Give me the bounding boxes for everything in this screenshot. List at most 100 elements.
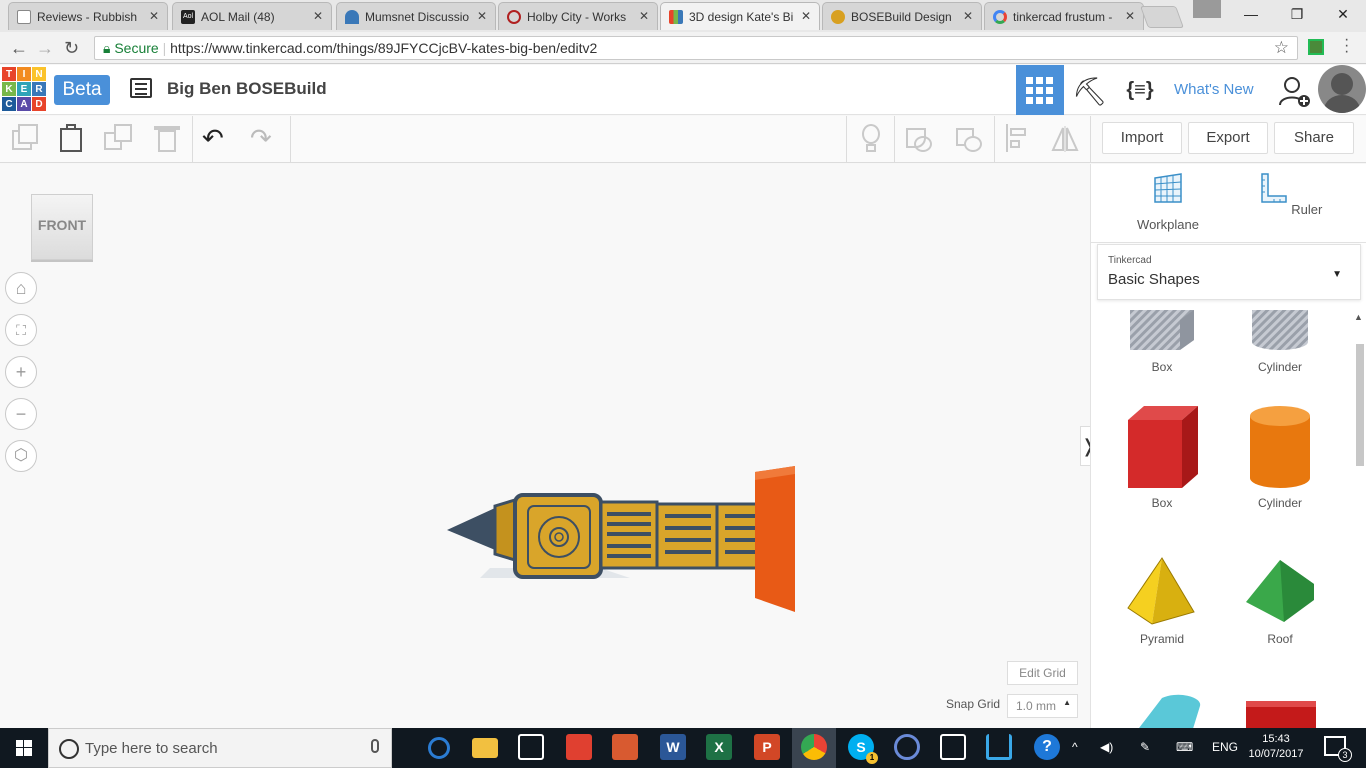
shape-roof[interactable]: Roof xyxy=(1235,556,1325,646)
chrome-taskbar-active[interactable] xyxy=(792,728,836,768)
big-ben-model[interactable] xyxy=(440,460,810,620)
code-blocks-icon[interactable]: {≡} xyxy=(1122,75,1158,105)
beta-badge[interactable]: Beta xyxy=(54,75,110,105)
logo-letter: E xyxy=(17,82,31,96)
close-icon[interactable]: ✕ xyxy=(313,9,323,23)
minimize-icon[interactable]: — xyxy=(1228,0,1274,28)
windows-start-icon[interactable] xyxy=(0,728,48,768)
fit-view-icon[interactable]: ⛶ xyxy=(5,314,37,346)
pickaxe-icon[interactable]: ⛏ xyxy=(1072,75,1108,107)
close-icon[interactable]: ✕ xyxy=(963,9,973,23)
scrollbar-thumb[interactable] xyxy=(1356,344,1364,466)
language-indicator[interactable]: ENG xyxy=(1212,740,1238,754)
zoom-in-icon[interactable]: + xyxy=(5,356,37,388)
powerpoint-icon[interactable]: P xyxy=(754,734,780,760)
browser-tab[interactable]: tinkercad frustum - ✕ xyxy=(984,2,1144,30)
workplane-canvas[interactable]: FRONT ⌂ ⛶ + − ⬡ Edit Grid Snap Grid 1.0 … xyxy=(0,164,1096,728)
bookmark-star-icon[interactable]: ☆ xyxy=(1274,38,1289,58)
undo-icon[interactable]: ↶ xyxy=(202,124,232,154)
shape-pyramid[interactable]: Pyramid xyxy=(1117,556,1207,646)
browser-tab[interactable]: Aol AOL Mail (48) ✕ xyxy=(172,2,332,30)
close-icon[interactable]: ✕ xyxy=(801,9,811,23)
browser-menu-icon[interactable]: · · · xyxy=(1344,32,1349,60)
delete-icon[interactable] xyxy=(152,124,182,154)
import-button[interactable]: Import xyxy=(1102,122,1182,154)
workplane-tool[interactable]: Workplane xyxy=(1123,172,1213,232)
file-explorer-icon[interactable] xyxy=(472,738,498,758)
pen-icon[interactable]: ✎ xyxy=(1140,740,1150,754)
avatar[interactable] xyxy=(1318,65,1366,113)
reload-icon[interactable]: ↻ xyxy=(64,38,79,59)
shape-library-dropdown[interactable]: Tinkercad Basic Shapes ▼ xyxy=(1097,244,1361,300)
share-button[interactable]: Share xyxy=(1274,122,1354,154)
close-icon[interactable]: ✕ xyxy=(1125,9,1135,23)
profile-icon[interactable] xyxy=(1193,0,1221,18)
view-cube[interactable]: FRONT xyxy=(31,194,93,260)
tinkercad-logo[interactable]: TIN KER CAD xyxy=(2,67,46,111)
mirror-icon[interactable] xyxy=(1050,124,1080,154)
store-icon[interactable] xyxy=(518,734,544,760)
panel-scrollbar[interactable]: ▲ xyxy=(1354,310,1364,728)
edit-grid-button[interactable]: Edit Grid xyxy=(1007,661,1078,685)
copy-icon[interactable] xyxy=(10,124,40,154)
browser-tab-active[interactable]: 3D design Kate's Bi ✕ xyxy=(660,2,820,30)
edge-icon[interactable] xyxy=(428,737,450,759)
extension-icon[interactable] xyxy=(1308,39,1324,55)
shape-box-hole[interactable]: Box xyxy=(1117,310,1207,374)
group-icon[interactable] xyxy=(904,124,934,154)
tray-chevron-icon[interactable]: ^ xyxy=(1072,740,1078,754)
paste-icon[interactable] xyxy=(56,124,86,154)
close-icon[interactable]: ✕ xyxy=(639,9,649,23)
grid-view-button[interactable] xyxy=(1016,65,1064,115)
browser-tab[interactable]: Reviews - Rubbish ✕ xyxy=(8,2,168,30)
taskbar-search-input[interactable]: Type here to search xyxy=(48,728,392,768)
pdf-app-icon[interactable] xyxy=(612,734,638,760)
word-icon[interactable]: W xyxy=(660,734,686,760)
shape-next[interactable] xyxy=(1117,692,1207,728)
duplicate-icon[interactable] xyxy=(104,124,134,154)
shape-cylinder-hole[interactable]: Cylinder xyxy=(1235,310,1325,374)
add-user-icon[interactable] xyxy=(1278,75,1312,109)
redo-icon[interactable]: ↷ xyxy=(250,124,280,154)
shape-box[interactable]: Box xyxy=(1117,404,1207,510)
whats-new-link[interactable]: What's New xyxy=(1174,81,1254,98)
volume-icon[interactable]: ◀) xyxy=(1100,740,1113,754)
ruler-tool[interactable]: Ruler xyxy=(1243,172,1333,217)
photos-icon[interactable] xyxy=(940,734,966,760)
design-list-icon[interactable] xyxy=(130,78,152,98)
perspective-icon[interactable]: ⬡ xyxy=(5,440,37,472)
app-icon[interactable] xyxy=(986,734,1012,760)
window-close-icon[interactable]: ✕ xyxy=(1320,0,1366,28)
snap-grid-select[interactable]: 1.0 mm ▲ xyxy=(1007,694,1078,718)
scroll-up-icon[interactable]: ▲ xyxy=(1354,312,1363,322)
zoom-out-icon[interactable]: − xyxy=(5,398,37,430)
ungroup-icon[interactable] xyxy=(954,124,984,154)
align-icon[interactable] xyxy=(1004,124,1034,154)
media-app-icon[interactable] xyxy=(894,734,920,760)
shape-text[interactable] xyxy=(1235,698,1325,728)
shape-cylinder[interactable]: Cylinder xyxy=(1235,404,1325,510)
export-button[interactable]: Export xyxy=(1188,122,1268,154)
notifications-icon[interactable]: 3 xyxy=(1324,736,1352,762)
books-app-icon[interactable] xyxy=(566,734,592,760)
browser-tab[interactable]: Mumsnet Discussio ✕ xyxy=(336,2,496,30)
skype-icon[interactable]: S 1 xyxy=(848,734,878,764)
taskbar-clock[interactable]: 15:43 10/07/2017 xyxy=(1246,732,1306,762)
holby-icon xyxy=(507,10,521,24)
lightbulb-icon[interactable] xyxy=(856,124,886,154)
close-icon[interactable]: ✕ xyxy=(149,9,159,23)
excel-icon[interactable]: X xyxy=(706,734,732,760)
keyboard-icon[interactable]: ⌨ xyxy=(1176,740,1193,754)
new-tab-button[interactable] xyxy=(1139,6,1185,28)
browser-tab[interactable]: BOSEBuild Design ✕ xyxy=(822,2,982,30)
microphone-icon[interactable] xyxy=(371,739,379,753)
forward-icon[interactable]: → xyxy=(36,38,54,59)
browser-tab[interactable]: Holby City - Works ✕ xyxy=(498,2,658,30)
close-icon[interactable]: ✕ xyxy=(477,9,487,23)
back-icon[interactable]: ← xyxy=(10,38,28,59)
home-view-icon[interactable]: ⌂ xyxy=(5,272,37,304)
design-title[interactable]: Big Ben BOSEBuild xyxy=(167,79,327,99)
url-field[interactable]: 🔒︎ Secure | https://www.tinkercad.com/th… xyxy=(94,36,1298,60)
restore-icon[interactable]: ❐ xyxy=(1274,0,1320,28)
help-icon[interactable]: ? xyxy=(1034,734,1060,760)
